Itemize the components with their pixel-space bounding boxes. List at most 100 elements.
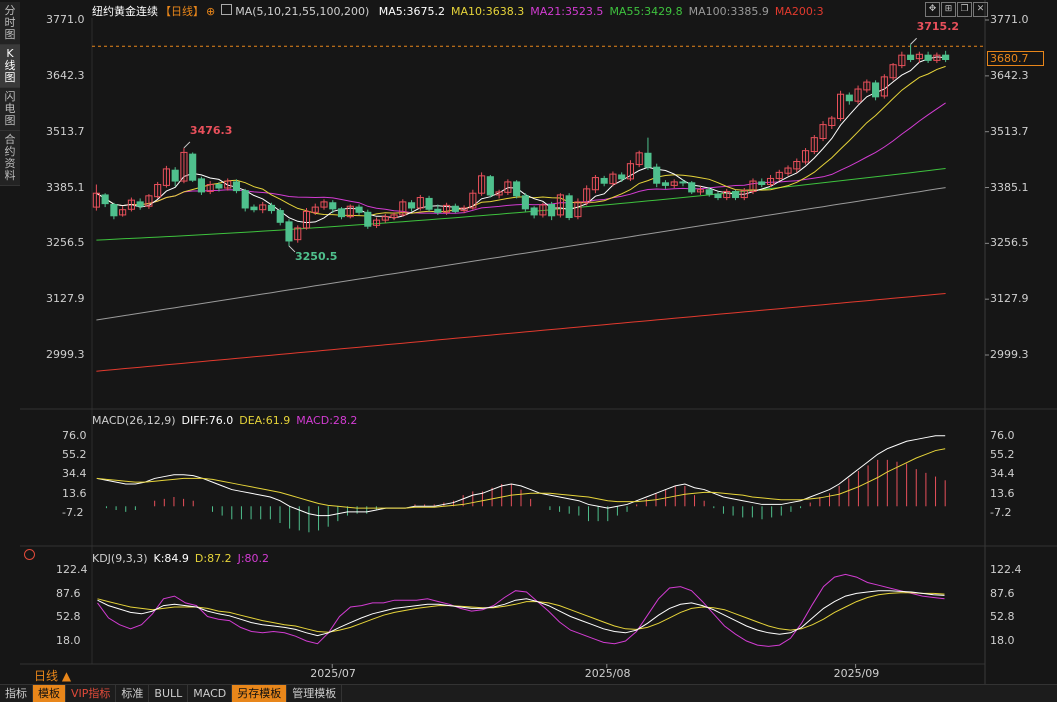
fullscreen-icon[interactable]: ✥ [925,2,940,17]
candle [101,193,109,208]
candle-body [250,206,258,211]
close-icon[interactable]: ✕ [973,2,988,17]
candle-body [197,178,206,193]
instrument-title: 纽约黄金连续 [92,5,158,18]
price-axis-left-label: 2999.3 [46,348,85,361]
side-tab-2[interactable]: K线图 [0,45,20,88]
kdj-j-line [97,573,945,647]
candle [259,201,267,214]
candle [854,85,862,104]
candle [618,172,626,182]
candle-body [653,166,661,184]
price-axis-left-label: 3256.5 [46,236,85,250]
candle-body [521,195,529,210]
chart-canvas[interactable]: 3476.3 3250.5 3715.2 [0,0,1057,701]
candle [355,204,363,215]
candle-body [924,54,932,61]
candle [661,180,670,189]
candle [364,209,372,229]
kdj-header: KDJ(9,3,3) K:84.9 D:87.2 J:80.2 [92,552,275,565]
candle [530,206,538,219]
candle [679,179,687,187]
candle-body [688,182,696,193]
candle [478,172,486,196]
candle [521,193,529,212]
bottom-tab-8[interactable]: 管理模板 [287,685,343,702]
side-tab-4[interactable]: 合约资料 [0,131,20,186]
candle-body [171,169,179,182]
bottom-tab-4[interactable]: 标准 [116,685,150,702]
candle-body [513,181,521,197]
annotation-leader [910,37,917,45]
candle [548,201,556,221]
candle-body [285,221,293,242]
macd-axis-right-label: -7.2 [990,505,1012,519]
zoom-icon[interactable]: ⊞ [941,2,956,17]
side-tab-3[interactable]: 闪电图 [0,88,20,131]
kdj-axis-right-label: 18.0 [990,634,1015,647]
period-badge[interactable]: 【日线】 [160,5,204,18]
candle [907,44,915,63]
candle [723,188,731,201]
bottom-tab-5[interactable]: BULL [149,685,189,702]
kdj-params: KDJ(9,3,3) [92,552,148,565]
bottom-tab-3[interactable]: VIP指标 [66,685,117,702]
macd-axis-left-label: -7.2 [62,505,84,519]
bottom-tab-7[interactable]: 另存模板 [232,685,288,702]
ma10-line [96,65,946,217]
candle [828,115,836,129]
bottom-tab-6[interactable]: MACD [188,685,233,702]
chart-header: 纽约黄金连续 【日线】 ⊕ MA(5,10,21,55,100,200) MA5:36… [92,3,836,19]
candle-body [845,94,853,102]
candle [320,199,328,210]
peak-annotation: 3476.3 [190,124,232,137]
current-price-tag: 3680.7 [987,51,1044,67]
candle [556,193,564,218]
ma-settings-icon[interactable] [221,4,233,15]
macd-axis-right-label: 34.4 [990,467,1015,481]
candle [407,200,416,212]
macd-axis-right-label: 55.2 [990,448,1015,462]
candle-body [907,54,915,61]
macd-axis-right-label: 76.0 [990,428,1015,442]
macd-axis-left-label: 55.2 [62,448,87,462]
candle-body [714,193,722,199]
kdj-axis-left-label: 122.4 [56,563,88,576]
restore-icon[interactable]: ❐ [957,2,972,17]
candle-body [425,197,433,210]
candle [565,193,573,221]
macd-params: MACD(26,12,9) [92,414,176,427]
candle [600,175,608,187]
ma-legend-item: MA5:3675.2 [378,5,445,18]
candle [513,180,521,199]
candle [670,179,678,188]
candle-body [232,181,241,192]
bottom-tab-1[interactable]: 指标 [0,685,33,702]
period-label[interactable]: 日线 ▲ [34,667,71,684]
kdj-settings-icon[interactable] [24,549,35,560]
candle [696,186,705,195]
candle [425,195,433,212]
macd-axis-left-label: 34.4 [62,467,87,481]
candle [92,184,100,211]
macd-axis-left-label: 76.0 [62,428,87,442]
candle-body [530,207,538,216]
bottom-tab-2[interactable]: 模板 [33,685,66,702]
candle-body [679,181,687,184]
candle [591,174,599,194]
price-axis-left-label: 3771.0 [46,13,85,26]
ma-params: MA(5,10,21,55,100,200) [235,5,370,18]
candle-body [661,182,670,186]
side-tab-1[interactable]: 分时图 [0,2,20,45]
candle [285,219,293,247]
candle [688,181,696,195]
add-indicator-icon[interactable]: ⊕ [206,5,215,18]
candle-body [731,190,740,199]
candle [714,191,722,201]
candle-body [189,153,197,181]
x-axis-label: 2025/09 [833,667,880,680]
kdj-axis-right-label: 52.8 [990,610,1015,624]
candle [889,62,897,81]
price-axis-right-label: 2999.3 [990,348,1029,361]
candle-body [110,203,118,217]
